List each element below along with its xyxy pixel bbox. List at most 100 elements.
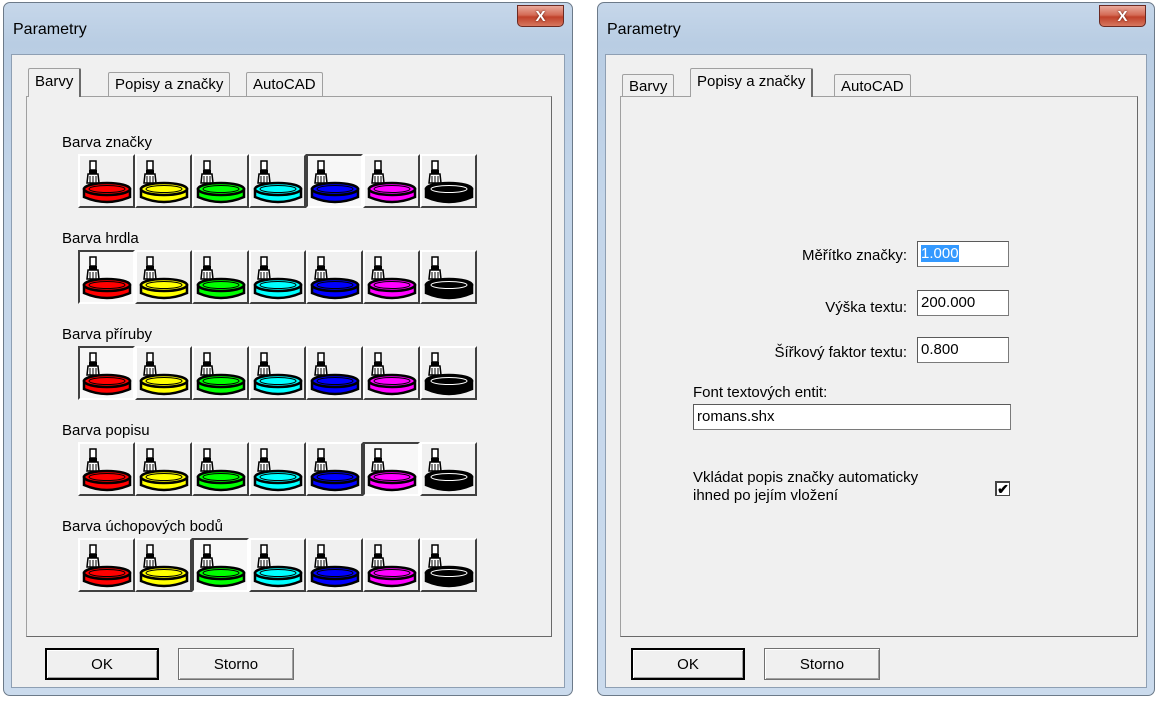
auto-label-checkbox[interactable]: ✔ [995, 481, 1010, 496]
paint-bucket-brush-icon [253, 352, 303, 396]
paint-bucket-brush-icon [82, 256, 132, 300]
paint-bucket-brush-icon [367, 448, 417, 492]
color-button-magenta[interactable] [363, 346, 420, 400]
check-icon: ✔ [997, 481, 1009, 497]
color-button-black[interactable] [420, 154, 477, 208]
scale-label: Měřítko značky: [801, 247, 907, 264]
color-button-green[interactable] [192, 154, 249, 208]
color-button-cyan[interactable] [249, 442, 306, 496]
color-button-black[interactable] [420, 442, 477, 496]
dialog-parametry-barvy: Parametry X Barvy Popisy a značky AutoCA… [3, 2, 573, 696]
color-button-blue[interactable] [306, 442, 363, 496]
ok-button[interactable]: OK [45, 648, 159, 680]
paint-bucket-brush-icon [310, 448, 360, 492]
paint-bucket-brush-icon [82, 160, 132, 204]
storno-button[interactable]: Storno [178, 648, 294, 680]
tab-autocad[interactable]: AutoCAD [834, 74, 911, 98]
color-button-green[interactable] [192, 442, 249, 496]
dialog-parametry-popisy: Parametry X Barvy Popisy a značky AutoCA… [597, 2, 1155, 696]
scale-input[interactable]: 1.000 [917, 241, 1009, 267]
paint-bucket-brush-icon [367, 544, 417, 588]
close-button[interactable]: X [517, 5, 564, 27]
color-group-label: Barva příruby [62, 326, 153, 343]
color-button-black[interactable] [420, 538, 477, 592]
paint-bucket-brush-icon [424, 160, 474, 204]
color-button-blue[interactable] [306, 154, 363, 208]
close-icon: X [1117, 7, 1128, 25]
color-button-magenta[interactable] [363, 538, 420, 592]
paint-bucket-brush-icon [196, 448, 246, 492]
font-input[interactable]: romans.shx [693, 404, 1011, 430]
paint-bucket-brush-icon [82, 352, 132, 396]
color-button-blue[interactable] [306, 538, 363, 592]
paint-bucket-brush-icon [367, 160, 417, 204]
color-button-magenta[interactable] [363, 442, 420, 496]
width-factor-input[interactable]: 0.800 [917, 337, 1009, 363]
paint-bucket-brush-icon [139, 448, 189, 492]
auto-label-line2: ihned po jejím vložení [693, 487, 839, 504]
tab-popisy-a-znacky[interactable]: Popisy a značky [108, 72, 231, 96]
color-button-yellow[interactable] [135, 538, 192, 592]
tab-panel-barvy: Barva značky Barva hrdla Barva příruby Barv… [26, 96, 552, 637]
dialog-title: Parametry [607, 21, 681, 38]
color-button-red[interactable] [78, 538, 135, 592]
close-button[interactable]: X [1099, 5, 1146, 27]
paint-bucket-brush-icon [367, 256, 417, 300]
color-button-yellow[interactable] [135, 442, 192, 496]
color-button-cyan[interactable] [249, 154, 306, 208]
color-button-yellow[interactable] [135, 346, 192, 400]
color-button-row [78, 442, 477, 496]
color-button-green[interactable] [192, 250, 249, 304]
text-height-label: Výška textu: [825, 299, 907, 316]
dialog-client-area: Barvy Popisy a značky AutoCAD Měřítko zn… [605, 54, 1147, 688]
ok-button[interactable]: OK [631, 648, 745, 680]
color-button-green[interactable] [192, 538, 249, 592]
color-button-blue[interactable] [306, 346, 363, 400]
paint-bucket-brush-icon [139, 544, 189, 588]
tab-popisy-a-znacky[interactable]: Popisy a značky [690, 68, 814, 97]
color-button-red[interactable] [78, 250, 135, 304]
paint-bucket-brush-icon [253, 544, 303, 588]
storno-button[interactable]: Storno [764, 648, 880, 680]
color-button-black[interactable] [420, 250, 477, 304]
paint-bucket-brush-icon [424, 544, 474, 588]
color-button-red[interactable] [78, 154, 135, 208]
color-button-magenta[interactable] [363, 154, 420, 208]
paint-bucket-brush-icon [82, 448, 132, 492]
color-button-blue[interactable] [306, 250, 363, 304]
paint-bucket-brush-icon [196, 544, 246, 588]
scale-value: 1.000 [921, 245, 959, 262]
paint-bucket-brush-icon [310, 256, 360, 300]
paint-bucket-brush-icon [367, 352, 417, 396]
paint-bucket-brush-icon [310, 160, 360, 204]
tab-barvy[interactable]: Barvy [622, 74, 675, 98]
color-button-red[interactable] [78, 346, 135, 400]
text-height-input[interactable]: 200.000 [917, 290, 1009, 316]
tab-autocad[interactable]: AutoCAD [246, 72, 323, 96]
color-group-label: Barva hrdla [62, 230, 139, 247]
paint-bucket-brush-icon [253, 160, 303, 204]
color-group-label: Barva popisu [62, 422, 150, 439]
color-button-red[interactable] [78, 442, 135, 496]
auto-label-line1: Vkládat popis značky automaticky [693, 469, 919, 486]
color-button-yellow[interactable] [135, 250, 192, 304]
color-button-yellow[interactable] [135, 154, 192, 208]
color-button-magenta[interactable] [363, 250, 420, 304]
color-button-row [78, 154, 477, 208]
close-icon: X [535, 7, 546, 25]
color-button-black[interactable] [420, 346, 477, 400]
paint-bucket-brush-icon [310, 544, 360, 588]
paint-bucket-brush-icon [196, 160, 246, 204]
paint-bucket-brush-icon [196, 352, 246, 396]
color-button-cyan[interactable] [249, 346, 306, 400]
color-button-cyan[interactable] [249, 250, 306, 304]
dialog-client-area: Barvy Popisy a značky AutoCAD Barva znač… [11, 54, 565, 688]
paint-bucket-brush-icon [253, 256, 303, 300]
paint-bucket-brush-icon [310, 352, 360, 396]
paint-bucket-brush-icon [139, 352, 189, 396]
paint-bucket-brush-icon [139, 160, 189, 204]
color-button-green[interactable] [192, 346, 249, 400]
color-button-cyan[interactable] [249, 538, 306, 592]
paint-bucket-brush-icon [82, 544, 132, 588]
tab-barvy[interactable]: Barvy [28, 68, 82, 97]
